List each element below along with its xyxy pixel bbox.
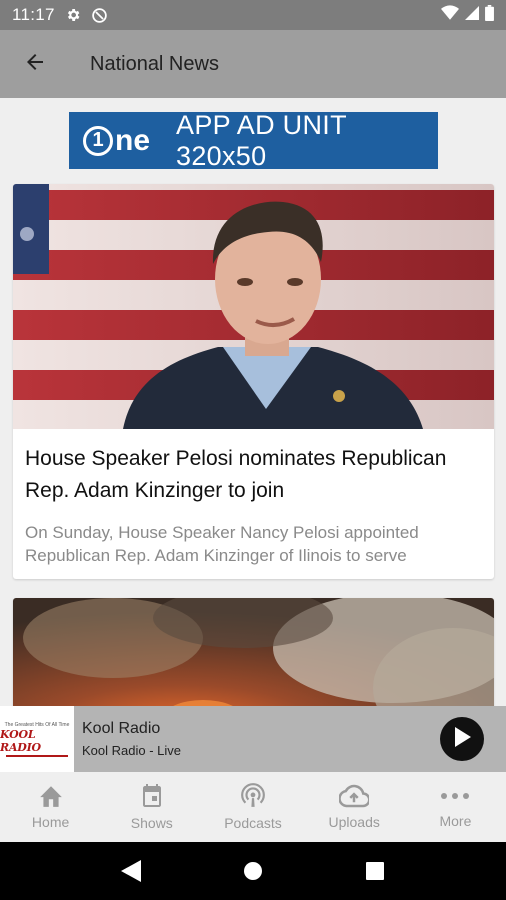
now-playing-bar[interactable]: The Greatest Hits Of All Time KOOL RADIO… [0, 706, 506, 772]
article-card[interactable] [13, 598, 494, 706]
ad-logo-circle-icon: 1 [83, 125, 113, 156]
ad-text: APP AD UNIT 320x50 [176, 109, 347, 171]
station-artwork: The Greatest Hits Of All Time KOOL RADIO [0, 706, 74, 772]
settings-gear-icon [65, 7, 81, 23]
back-triangle-icon[interactable] [111, 851, 151, 891]
status-time: 11:17 [12, 5, 55, 24]
home-circle-icon[interactable] [233, 851, 273, 891]
artwork-brand: KOOL RADIO [0, 727, 41, 754]
status-bar: 11:17 [0, 0, 506, 30]
now-playing-meta: Kool Radio Kool Radio - Live [82, 720, 181, 758]
system-navigation-bar [0, 842, 506, 900]
app-bar: National News [0, 30, 506, 98]
artwork-underline [6, 754, 68, 757]
play-button[interactable] [440, 717, 484, 761]
article-image [13, 184, 494, 429]
tab-uploads[interactable]: Uploads [304, 772, 405, 842]
bottom-navigation: Home Shows Podcasts Uploads More [0, 772, 506, 842]
tab-label: Home [31, 814, 70, 830]
station-subtitle: Kool Radio - Live [82, 743, 181, 758]
article-summary: On Sunday, House Speaker Nancy Pelosi ap… [25, 523, 419, 565]
tab-label: Uploads [328, 814, 380, 830]
play-icon [453, 726, 471, 752]
wifi-icon [441, 4, 459, 26]
back-button[interactable] [0, 30, 70, 98]
tab-label: Shows [130, 815, 173, 831]
news-feed[interactable]: 1 ne APP AD UNIT 320x50 House Speaker Pe… [0, 98, 506, 706]
tab-home[interactable]: Home [0, 772, 101, 842]
ad-banner[interactable]: 1 ne APP AD UNIT 320x50 [69, 109, 438, 171]
station-name: Kool Radio [82, 720, 161, 737]
home-icon [38, 784, 64, 808]
ad-logo: 1 ne [83, 124, 150, 158]
tab-podcasts[interactable]: Podcasts [202, 772, 303, 842]
tab-label: Podcasts [224, 815, 282, 831]
article-card[interactable]: House Speaker Pelosi nominates Republica… [13, 184, 494, 579]
tab-shows[interactable]: Shows [101, 772, 202, 842]
arrow-left-icon [23, 50, 47, 79]
tab-label: More [439, 813, 472, 829]
do-not-disturb-icon [91, 7, 108, 24]
calendar-icon [140, 783, 164, 809]
article-headline: House Speaker Pelosi nominates Republica… [25, 447, 447, 502]
more-dots-icon [440, 785, 470, 807]
tab-more[interactable]: More [405, 772, 506, 842]
recents-square-icon[interactable] [355, 851, 395, 891]
cellular-signal-icon [465, 5, 479, 26]
cloud-upload-icon [339, 784, 370, 808]
page-title: National News [90, 52, 219, 75]
battery-icon [485, 4, 494, 26]
article-image [13, 598, 494, 706]
podcast-icon [240, 783, 266, 809]
